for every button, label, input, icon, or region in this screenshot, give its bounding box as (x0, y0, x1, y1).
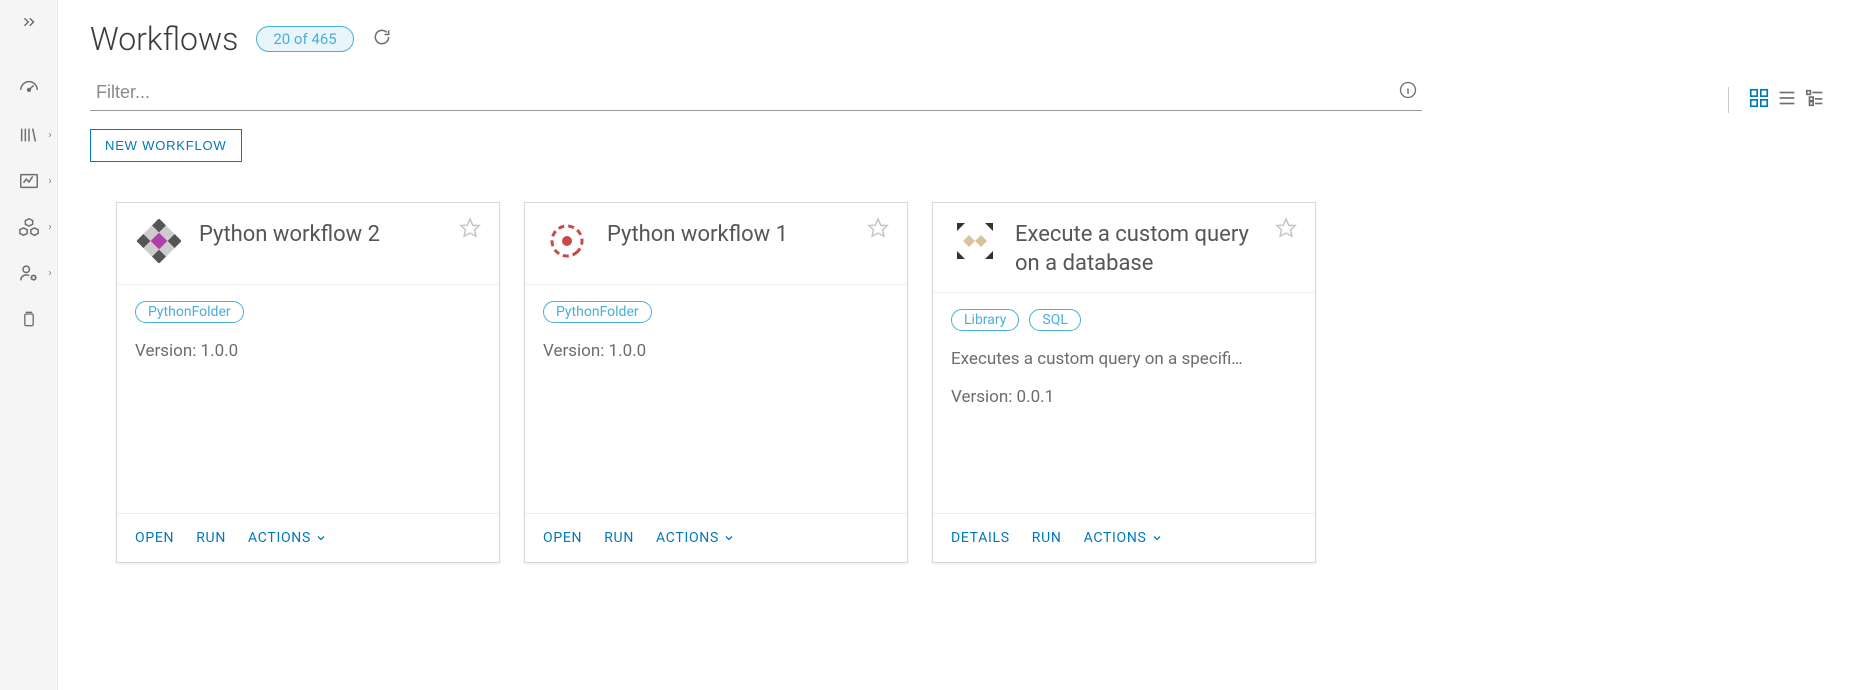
card-body: Library SQL Executes a custom query on a… (933, 293, 1315, 513)
quilt-icon (545, 219, 589, 263)
card-tags: PythonFolder (135, 301, 481, 323)
workflow-icon (543, 217, 591, 265)
run-button[interactable]: RUN (604, 530, 634, 546)
tree-icon (1804, 87, 1826, 109)
chevron-right-icon: › (48, 268, 51, 279)
run-button[interactable]: RUN (196, 530, 226, 546)
tag[interactable]: SQL (1029, 309, 1080, 331)
sidebar-item-container[interactable] (0, 296, 58, 342)
boxes-icon (18, 216, 40, 238)
gauge-icon (18, 78, 40, 100)
sidebar-item-dashboard[interactable] (0, 66, 58, 112)
actions-button[interactable]: ACTIONS (1084, 530, 1163, 546)
star-icon (459, 217, 481, 239)
actions-label: ACTIONS (1084, 530, 1147, 546)
actions-label: ACTIONS (656, 530, 719, 546)
chevron-double-right-icon (20, 13, 38, 31)
list-view-button[interactable] (1775, 86, 1799, 114)
card-body: PythonFolder Version: 1.0.0 (117, 285, 499, 513)
chevron-down-icon (723, 532, 735, 544)
header-row: Workflows 20 of 465 (90, 20, 1767, 58)
open-button[interactable]: OPEN (135, 530, 174, 546)
grid-view-button[interactable] (1747, 86, 1771, 114)
details-button[interactable]: DETAILS (951, 530, 1010, 546)
card-description: Executes a custom query on a specifi… (951, 349, 1297, 369)
card-title: Execute a custom query on a database (1015, 217, 1259, 278)
chart-icon (18, 170, 40, 192)
favorite-button[interactable] (459, 217, 481, 243)
user-settings-icon (18, 262, 40, 284)
sidebar-item-activity[interactable]: › (0, 158, 58, 204)
chevron-right-icon: › (48, 176, 51, 187)
filter-info-button[interactable] (1398, 80, 1418, 104)
chevron-down-icon (315, 532, 327, 544)
card-version: Version: 1.0.0 (543, 341, 889, 361)
quilt-icon (137, 219, 181, 263)
tag[interactable]: Library (951, 309, 1019, 331)
view-toggles (1718, 86, 1827, 114)
card-version: Version: 1.0.0 (135, 341, 481, 361)
workflow-icon (951, 217, 999, 265)
card-title: Python workflow 1 (607, 217, 851, 250)
chevron-down-icon (1151, 532, 1163, 544)
card-tags: PythonFolder (543, 301, 889, 323)
tag[interactable]: PythonFolder (135, 301, 244, 323)
chevron-right-icon: › (48, 222, 51, 233)
jar-icon (19, 308, 39, 330)
card-header: Python workflow 1 (525, 203, 907, 285)
quilt-icon (953, 219, 997, 263)
page-title: Workflows (90, 20, 238, 58)
actions-button[interactable]: ACTIONS (656, 530, 735, 546)
card-body: PythonFolder Version: 1.0.0 (525, 285, 907, 513)
filter-input[interactable] (94, 81, 1394, 104)
list-icon (1776, 87, 1798, 109)
sidebar-item-assets[interactable]: › (0, 204, 58, 250)
new-workflow-button[interactable]: NEW WORKFLOW (90, 129, 242, 162)
divider (1728, 87, 1729, 113)
workflow-card: Python workflow 2 PythonFolder Version: … (116, 202, 500, 563)
card-version: Version: 0.0.1 (951, 387, 1297, 407)
refresh-button[interactable] (372, 27, 392, 51)
sidebar-item-library[interactable]: › (0, 112, 58, 158)
favorite-button[interactable] (867, 217, 889, 243)
card-header: Python workflow 2 (117, 203, 499, 285)
workflow-card: Execute a custom query on a database Lib… (932, 202, 1316, 563)
card-footer: OPEN RUN ACTIONS (117, 513, 499, 562)
card-header: Execute a custom query on a database (933, 203, 1315, 293)
tag[interactable]: PythonFolder (543, 301, 652, 323)
workflow-icon (135, 217, 183, 265)
sidebar: › › › › (0, 0, 58, 690)
chevron-right-icon: › (48, 130, 51, 141)
info-icon (1398, 80, 1418, 100)
star-icon (867, 217, 889, 239)
card-footer: OPEN RUN ACTIONS (525, 513, 907, 562)
filter-input-wrapper (90, 76, 1422, 111)
favorite-button[interactable] (1275, 217, 1297, 243)
run-button[interactable]: RUN (1032, 530, 1062, 546)
actions-label: ACTIONS (248, 530, 311, 546)
grid-icon (1748, 87, 1770, 109)
refresh-icon (372, 27, 392, 47)
sidebar-expand-button[interactable] (0, 0, 58, 44)
card-tags: Library SQL (951, 309, 1297, 331)
library-icon (18, 124, 40, 146)
workflow-card: Python workflow 1 PythonFolder Version: … (524, 202, 908, 563)
star-icon (1275, 217, 1297, 239)
main-content: Workflows 20 of 465 NEW WORKFLOW (58, 0, 1857, 690)
count-badge: 20 of 465 (256, 26, 353, 52)
actions-button[interactable]: ACTIONS (248, 530, 327, 546)
filter-row (90, 76, 1422, 111)
card-footer: DETAILS RUN ACTIONS (933, 513, 1315, 562)
card-title: Python workflow 2 (199, 217, 443, 250)
cards-container: Python workflow 2 PythonFolder Version: … (90, 202, 1767, 563)
sidebar-item-admin[interactable]: › (0, 250, 58, 296)
open-button[interactable]: OPEN (543, 530, 582, 546)
tree-view-button[interactable] (1803, 86, 1827, 114)
